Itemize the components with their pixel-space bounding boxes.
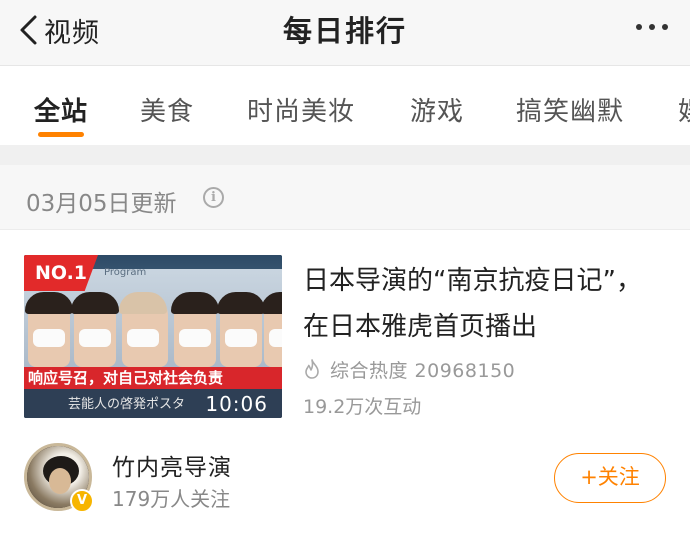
author-followers: 179万人关注 [112, 487, 231, 511]
tab-games[interactable]: 游戏 [410, 91, 464, 128]
nav-bar: 视频 每日排行 [0, 0, 690, 66]
verified-badge-icon: V [70, 489, 94, 513]
tab-all[interactable]: 全站 [34, 91, 88, 128]
page-title: 每日排行 [282, 14, 407, 48]
tab-fashion-beauty[interactable]: 时尚美妆 [247, 91, 355, 128]
update-bar: 03月05日更新 i [0, 165, 690, 230]
thumbnail-person [119, 292, 168, 367]
thumbnail-program-text: Program [104, 267, 147, 278]
thumbnail-person [71, 292, 119, 367]
tab-entertainment[interactable]: 娱 [678, 91, 690, 128]
more-dot-icon [662, 24, 668, 30]
tab-food[interactable]: 美食 [140, 91, 194, 128]
thumbnail-person [261, 292, 282, 367]
more-dot-icon [649, 24, 655, 30]
update-date: 03月05日更新 [26, 191, 177, 217]
video-thumbnail[interactable]: Program 响应号召，对自己对社会负责 芸能人の啓発ポスタ 10:06 NO… [24, 255, 282, 418]
video-duration: 10:06 [205, 392, 268, 416]
thumbnail-person [171, 292, 219, 367]
thumbnail-bottom: 芸能人の啓発ポスタ 10:06 [24, 389, 282, 418]
active-tab-indicator [38, 132, 84, 137]
section-divider [0, 145, 690, 165]
thumbnail-person [25, 292, 73, 367]
thumbnail-banner: 响应号召，对自己对社会负责 [24, 367, 282, 389]
flame-icon [305, 359, 319, 379]
more-options-button[interactable] [636, 24, 668, 30]
author-name[interactable]: 竹内亮导演 [112, 448, 232, 482]
heat-row: 综合热度 20968150 [303, 356, 515, 382]
heat-value: 综合热度 20968150 [330, 359, 516, 382]
category-tabs: 全站 美食 时尚美妆 游戏 搞笑幽默 娱 [0, 67, 690, 145]
thumbnail-caption: 芸能人の啓発ポスタ [68, 397, 186, 412]
info-icon[interactable]: i [203, 187, 224, 208]
follow-button[interactable]: +关注 [554, 453, 666, 503]
interaction-count: 19.2万次互动 [303, 396, 422, 418]
tab-funny[interactable]: 搞笑幽默 [516, 91, 624, 128]
thumbnail-person [217, 292, 265, 367]
more-dot-icon [636, 24, 642, 30]
article-headline[interactable]: 日本导演的“南京抗疫日记”，在日本雅虎首页播出 [303, 258, 663, 350]
